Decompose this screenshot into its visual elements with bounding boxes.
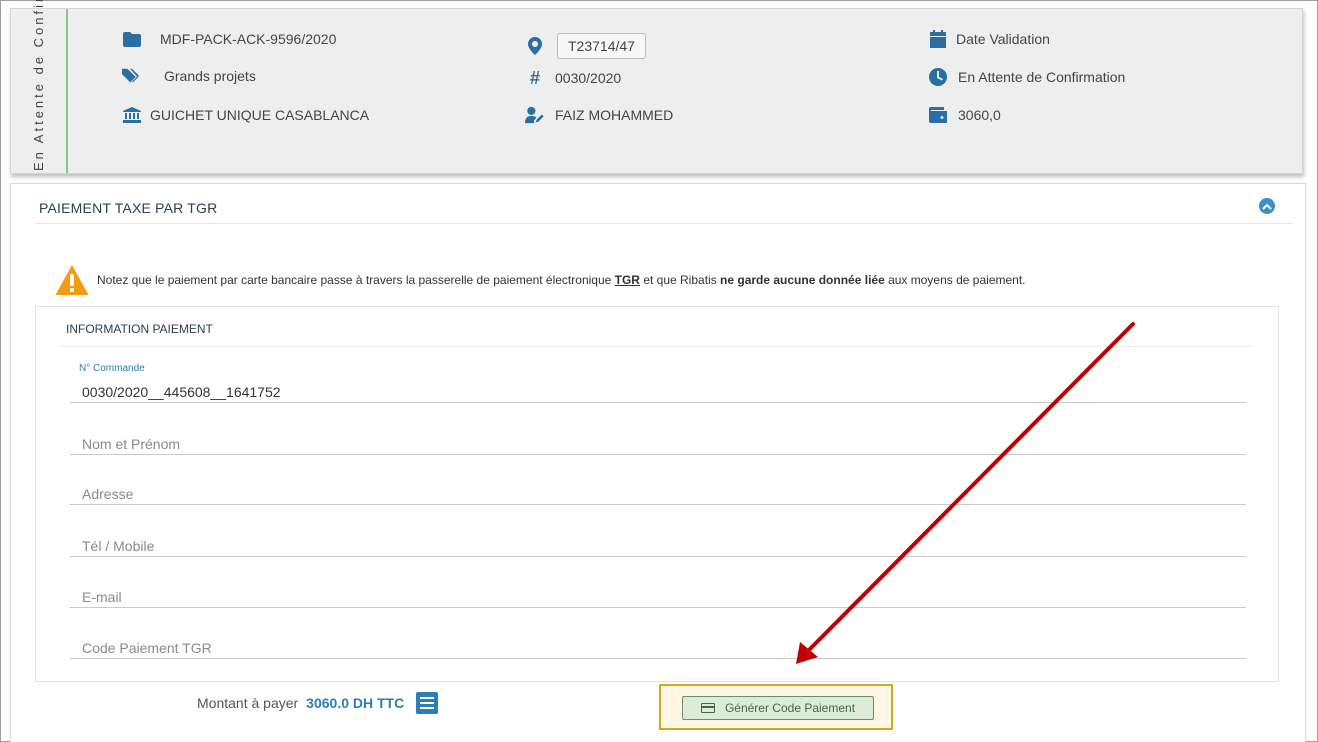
- notice-part2: et que Ribatis: [639, 273, 721, 287]
- nom-field: [70, 417, 1246, 455]
- notice-bold: ne garde aucune donnée liée: [720, 273, 885, 287]
- payment-info-box: INFORMATION PAIEMENT N° Commande: [35, 306, 1279, 682]
- panel-divider: [35, 223, 1293, 224]
- bank-icon: [122, 105, 142, 125]
- notice-text: Notez que le paiement par carte bancaire…: [97, 273, 1026, 287]
- code-tgr-field: [70, 621, 1246, 659]
- amount-label: Montant à payer: [197, 695, 299, 711]
- commande-label: N° Commande: [79, 363, 145, 374]
- reference-item: MDF-PACK-ACK-9596/2020: [122, 29, 336, 49]
- reference-text: MDF-PACK-ACK-9596/2020: [160, 31, 337, 47]
- location-item: T23714/47: [525, 33, 646, 59]
- chevron-up-icon: [1262, 203, 1272, 210]
- location-code-badge: T23714/47: [557, 33, 646, 59]
- amount-item: 3060,0: [928, 105, 1001, 125]
- user-edit-icon: [525, 105, 545, 125]
- notice-part3: aux moyens de paiement.: [884, 273, 1026, 287]
- date-item: Date Validation: [928, 29, 1050, 49]
- info-box-divider: [60, 346, 1252, 347]
- calendar-icon: [928, 29, 948, 49]
- guichet-text: GUICHET UNIQUE CASABLANCA: [150, 107, 370, 123]
- tags-icon: [122, 66, 142, 86]
- status-vertical-label: En Attente de Confirmation: [30, 0, 46, 171]
- commande-input[interactable]: [70, 384, 1246, 400]
- code-tgr-input[interactable]: [70, 640, 1246, 656]
- wallet-icon: [928, 105, 948, 125]
- guichet-item: GUICHET UNIQUE CASABLANCA: [122, 105, 369, 125]
- generate-code-label: Générer Code Paiement: [724, 701, 856, 715]
- folder-icon: [122, 29, 142, 49]
- status-strip: En Attente de Confirmation: [11, 0, 68, 173]
- credit-card-icon: [700, 703, 715, 713]
- amount-to-pay: Montant à payer 3060.0 DH TTC: [197, 692, 439, 714]
- state-item: En Attente de Confirmation: [928, 67, 1125, 87]
- notice-tgr: TGR: [614, 273, 640, 287]
- notice-part1: Notez que le paiement par carte bancaire…: [97, 273, 615, 287]
- list-icon[interactable]: [416, 692, 439, 714]
- state-text: En Attente de Confirmation: [958, 69, 1126, 85]
- email-field: [70, 570, 1246, 608]
- hashtag-icon: #: [529, 67, 540, 88]
- category-item: Grands projets: [122, 66, 256, 86]
- collapse-panel-button[interactable]: [1259, 198, 1275, 214]
- person-text: FAIZ MOHAMMED: [555, 107, 674, 123]
- tel-input[interactable]: [70, 538, 1246, 554]
- amount-value: 3060.0 DH TTC: [306, 695, 405, 711]
- person-item: FAIZ MOHAMMED: [525, 105, 673, 125]
- adresse-field: [70, 467, 1246, 505]
- number-item: # 0030/2020: [525, 68, 621, 88]
- payment-panel: PAIEMENT TAXE PAR TGR Notez que le paiem…: [10, 183, 1306, 742]
- email-input[interactable]: [70, 589, 1246, 605]
- map-marker-icon: [525, 36, 545, 56]
- payment-notice: Notez que le paiement par carte bancaire…: [55, 264, 1026, 296]
- info-box-title: INFORMATION PAIEMENT: [66, 322, 213, 336]
- warning-icon: [55, 265, 89, 295]
- category-text: Grands projets: [164, 68, 256, 84]
- nom-input[interactable]: [70, 436, 1246, 452]
- dossier-summary-card: En Attente de Confirmation MDF-PACK-ACK-…: [10, 0, 1303, 174]
- amount-text: 3060,0: [958, 107, 1001, 123]
- adresse-input[interactable]: [70, 486, 1246, 502]
- date-label: Date Validation: [956, 31, 1050, 47]
- number-text: 0030/2020: [555, 70, 622, 86]
- tel-field: [70, 519, 1246, 557]
- clock-icon: [928, 67, 948, 87]
- generate-highlight-box: Générer Code Paiement: [659, 684, 893, 730]
- panel-title: PAIEMENT TAXE PAR TGR: [39, 200, 218, 216]
- commande-field: N° Commande: [70, 363, 1246, 403]
- generate-code-button[interactable]: Générer Code Paiement: [682, 696, 874, 720]
